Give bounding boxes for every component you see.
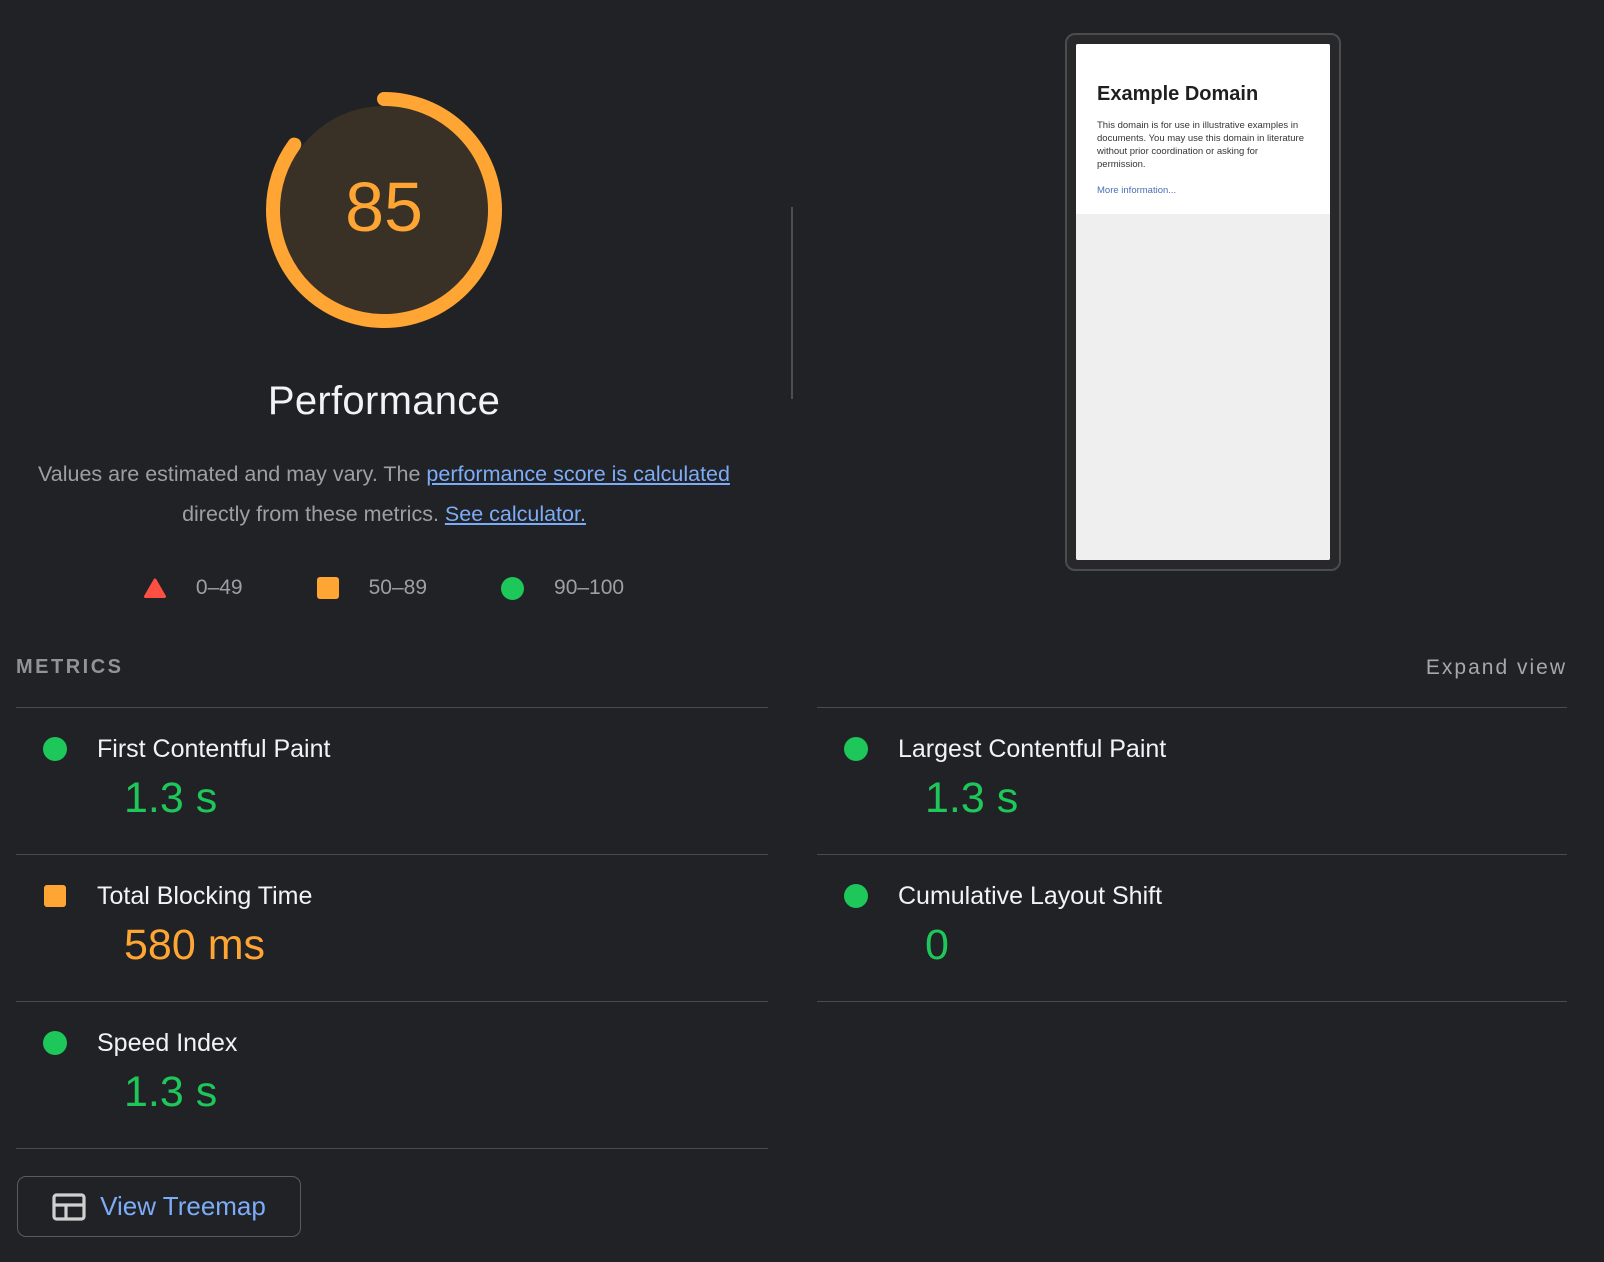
metric-name: Speed Index bbox=[97, 1030, 237, 1056]
metric-head: Largest Contentful Paint bbox=[844, 736, 1567, 762]
description-text-after: directly from these metrics. bbox=[182, 502, 445, 526]
score-value: 85 bbox=[266, 92, 502, 328]
treemap-icon bbox=[52, 1193, 86, 1221]
metric-value: 1.3 s bbox=[124, 776, 768, 820]
metric-head: Cumulative Layout Shift bbox=[844, 883, 1567, 909]
screenshot-page-heading: Example Domain bbox=[1097, 83, 1307, 105]
legend-range-label: 90–100 bbox=[554, 576, 624, 600]
metrics-column-left: First Contentful Paint 1.3 s Total Block… bbox=[16, 707, 768, 1149]
metric-row-cumulative-layout-shift: Cumulative Layout Shift 0 bbox=[817, 854, 1567, 1001]
fail-triangle-icon bbox=[144, 577, 166, 599]
legend-item-fail: 0–49 bbox=[144, 576, 243, 600]
screenshot-page-paragraph: This domain is for use in illustrative e… bbox=[1097, 119, 1307, 171]
good-circle-icon bbox=[501, 577, 524, 600]
legend-range-label: 0–49 bbox=[196, 576, 243, 600]
metric-head: First Contentful Paint bbox=[43, 736, 768, 762]
screenshot-content: Example Domain This domain is for use in… bbox=[1076, 44, 1330, 560]
metric-head: Total Blocking Time bbox=[43, 883, 768, 909]
score-scale-legend: 0–49 50–89 90–100 bbox=[16, 576, 752, 600]
expand-view-button[interactable]: Expand view bbox=[1426, 656, 1567, 680]
good-circle-icon bbox=[844, 737, 868, 761]
average-square-icon bbox=[44, 885, 66, 907]
good-circle-icon bbox=[43, 1031, 67, 1055]
page-title: Performance bbox=[16, 378, 752, 424]
column-bottom-divider bbox=[817, 1001, 1567, 1002]
view-treemap-label: View Treemap bbox=[100, 1191, 266, 1222]
metric-row-speed-index: Speed Index 1.3 s bbox=[16, 1001, 768, 1148]
legend-range-label: 50–89 bbox=[369, 576, 427, 600]
section-divider bbox=[791, 207, 793, 399]
performance-score-section: 85 Performance Values are estimated and … bbox=[16, 0, 752, 600]
calculated-link[interactable]: performance score is calculated bbox=[426, 462, 730, 486]
metric-head: Speed Index bbox=[43, 1030, 768, 1056]
metric-row-largest-contentful-paint: Largest Contentful Paint 1.3 s bbox=[817, 707, 1567, 854]
metric-name: Total Blocking Time bbox=[97, 883, 312, 909]
score-gauge[interactable]: 85 bbox=[266, 92, 502, 328]
screenshot-page-top: Example Domain This domain is for use in… bbox=[1076, 44, 1330, 214]
metric-row-first-contentful-paint: First Contentful Paint 1.3 s bbox=[16, 707, 768, 854]
legend-item-good: 90–100 bbox=[501, 576, 624, 600]
good-circle-icon bbox=[844, 884, 868, 908]
metrics-column-right: Largest Contentful Paint 1.3 s Cumulativ… bbox=[817, 707, 1567, 1002]
metrics-grid: First Contentful Paint 1.3 s Total Block… bbox=[16, 707, 1567, 1149]
screenshot-more-info-link: More information... bbox=[1097, 185, 1176, 196]
view-treemap-button[interactable]: View Treemap bbox=[17, 1176, 301, 1237]
see-calculator-link[interactable]: See calculator. bbox=[445, 502, 586, 526]
metric-value: 1.3 s bbox=[925, 776, 1567, 820]
metric-name: Cumulative Layout Shift bbox=[898, 883, 1162, 909]
metric-value: 1.3 s bbox=[124, 1070, 768, 1114]
metric-value: 0 bbox=[925, 923, 1567, 967]
metric-value: 580 ms bbox=[124, 923, 768, 967]
metric-name: First Contentful Paint bbox=[97, 736, 330, 762]
description-text-before: Values are estimated and may vary. The bbox=[38, 462, 426, 486]
metrics-header: METRICS Expand view bbox=[16, 640, 1567, 707]
final-screenshot-thumbnail[interactable]: Example Domain This domain is for use in… bbox=[1065, 33, 1341, 571]
score-description: Values are estimated and may vary. The p… bbox=[34, 454, 734, 534]
metrics-section: METRICS Expand view First Contentful Pai… bbox=[16, 640, 1567, 1149]
column-bottom-divider bbox=[16, 1148, 768, 1149]
metric-row-total-blocking-time: Total Blocking Time 580 ms bbox=[16, 854, 768, 1001]
screenshot-page-body bbox=[1076, 214, 1330, 560]
average-square-icon bbox=[317, 577, 339, 599]
good-circle-icon bbox=[43, 737, 67, 761]
legend-item-average: 50–89 bbox=[317, 576, 427, 600]
metrics-section-title: METRICS bbox=[16, 656, 124, 679]
metric-name: Largest Contentful Paint bbox=[898, 736, 1166, 762]
